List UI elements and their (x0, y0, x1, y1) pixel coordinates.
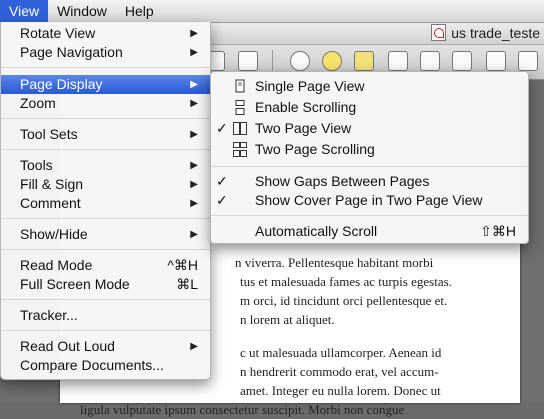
two-page-icon (233, 121, 247, 136)
menu-item-page-display[interactable]: Page Display ▶ (1, 75, 210, 94)
pdf-file-icon (431, 24, 447, 41)
menubar-help[interactable]: Help (116, 0, 163, 22)
menu-item-tools[interactable]: Tools ▶ (1, 156, 210, 175)
view-menu: Rotate View ▶ Page Navigation ▶ Page Displ… (0, 22, 211, 380)
menu-item-compare-documents[interactable]: Compare Documents... (1, 356, 210, 375)
menubar-window[interactable]: Window (48, 0, 116, 22)
email-icon[interactable] (238, 51, 258, 71)
menu-item-rotate-view[interactable]: Rotate View ▶ (1, 24, 210, 43)
menu-separator (1, 299, 210, 300)
menu-separator (1, 67, 210, 68)
page-display-submenu: Single Page View Enable Scrolling ✓ Two … (210, 71, 529, 244)
menu-item-fill-sign[interactable]: Fill & Sign ▶ (1, 175, 210, 194)
menubar-view[interactable]: View (0, 0, 49, 22)
export-icon[interactable] (452, 51, 472, 71)
sign-icon[interactable] (518, 51, 538, 71)
text-line: amet. Integer eu nulla lorem. Donec ut (240, 383, 441, 398)
two-page-scrolling-icon (233, 142, 247, 157)
menu-item-enable-scrolling[interactable]: Enable Scrolling (211, 98, 528, 117)
submenu-arrow-icon: ▶ (190, 129, 198, 140)
single-page-icon (233, 79, 247, 94)
highlight-icon[interactable] (354, 51, 374, 71)
menu-separator (211, 166, 528, 167)
attach-icon[interactable] (420, 51, 440, 71)
menu-item-single-page-view[interactable]: Single Page View (211, 77, 528, 96)
menu-item-show-gaps-between-pages[interactable]: ✓ Show Gaps Between Pages (211, 172, 528, 191)
submenu-arrow-icon: ▶ (190, 98, 198, 109)
menu-item-two-page-view[interactable]: ✓ Two Page View (211, 119, 528, 138)
menu-separator (1, 330, 210, 331)
menu-separator (1, 249, 210, 250)
menu-separator (211, 215, 528, 216)
checkmark-icon: ✓ (216, 192, 228, 208)
checkmark-icon: ✓ (216, 120, 228, 136)
menu-item-tracker[interactable]: Tracker... (1, 306, 210, 325)
shortcut-label: ^⌘H (167, 257, 198, 273)
menu-separator (1, 218, 210, 219)
menu-item-read-mode[interactable]: Read Mode ^⌘H (1, 256, 210, 275)
submenu-arrow-icon: ▶ (190, 198, 198, 209)
menu-item-page-navigation[interactable]: Page Navigation ▶ (1, 43, 210, 62)
menu-item-zoom[interactable]: Zoom ▶ (1, 94, 210, 113)
menu-item-show-hide[interactable]: Show/Hide ▶ (1, 225, 210, 244)
shortcut-label: ⇧⌘H (480, 223, 516, 239)
menu-item-comment[interactable]: Comment ▶ (1, 194, 210, 213)
checkmark-icon: ✓ (216, 173, 228, 189)
edit-pdf-icon[interactable] (486, 51, 506, 71)
document-title: us trade_teste (431, 24, 540, 43)
submenu-arrow-icon: ▶ (190, 47, 198, 58)
menu-separator (1, 118, 210, 119)
menu-item-automatically-scroll[interactable]: Automatically Scroll ⇧⌘H (211, 222, 528, 241)
delete-page-icon[interactable] (388, 51, 408, 71)
shortcut-label: ⌘L (176, 276, 198, 292)
submenu-arrow-icon: ▶ (190, 341, 198, 352)
menu-item-two-page-scrolling[interactable]: Two Page Scrolling (211, 140, 528, 159)
menu-bar: View Window Help (0, 0, 544, 23)
submenu-arrow-icon: ▶ (190, 28, 198, 39)
submenu-arrow-icon: ▶ (190, 160, 198, 171)
comment-icon[interactable] (322, 51, 342, 71)
menu-item-read-out-loud[interactable]: Read Out Loud ▶ (1, 337, 210, 356)
submenu-arrow-icon: ▶ (190, 229, 198, 240)
gear-icon[interactable] (290, 51, 310, 71)
submenu-arrow-icon: ▶ (190, 79, 198, 90)
submenu-arrow-icon: ▶ (190, 179, 198, 190)
document-title-text: us trade_teste (451, 25, 540, 41)
menu-item-show-cover-page[interactable]: ✓ Show Cover Page in Two Page View (211, 191, 528, 210)
scrolling-icon (233, 100, 247, 115)
menu-item-full-screen-mode[interactable]: Full Screen Mode ⌘L (1, 275, 210, 294)
menu-item-tool-sets[interactable]: Tool Sets ▶ (1, 125, 210, 144)
menu-separator (1, 149, 210, 150)
